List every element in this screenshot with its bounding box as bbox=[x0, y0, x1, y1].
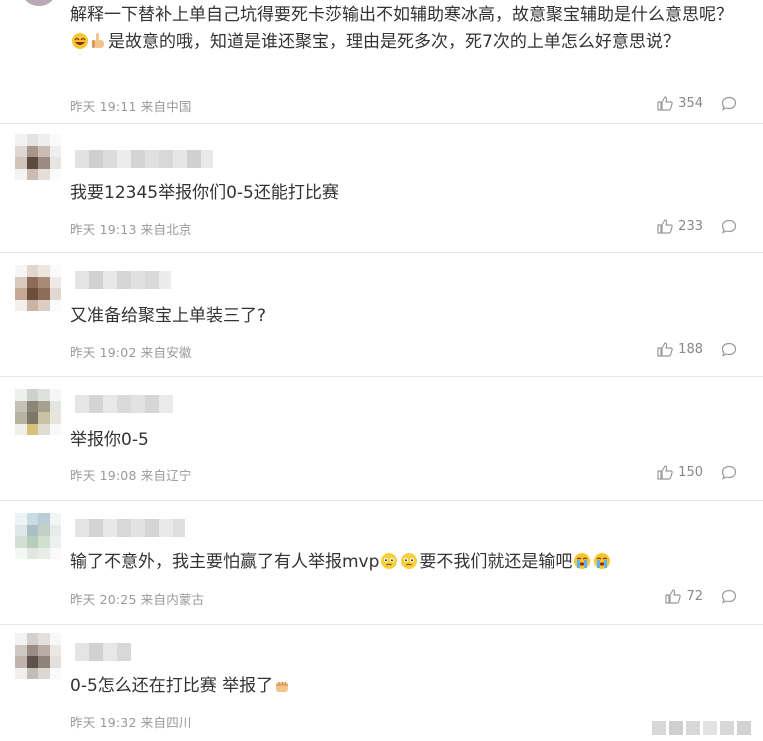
crying-emoji-icon bbox=[573, 552, 591, 579]
username-blurred[interactable] bbox=[75, 150, 213, 168]
comment-location: 来自四川 bbox=[140, 715, 192, 730]
comment-item: 又准备给聚宝上单装三了? 昨天 19:02 来自安徽 188 bbox=[0, 253, 763, 377]
thumbs-up-icon bbox=[657, 465, 673, 480]
comment-bubble-icon[interactable] bbox=[721, 219, 737, 234]
like-button[interactable]: 150 bbox=[657, 465, 703, 480]
comment-meta: 昨天 20:25 来自内蒙古 bbox=[70, 589, 204, 608]
comment-meta: 昨天 19:32 来自四川 bbox=[70, 712, 192, 731]
comment-text: 0-5怎么还在打比赛 举报了 bbox=[70, 673, 740, 703]
avatar[interactable] bbox=[15, 265, 61, 311]
like-button[interactable]: 233 bbox=[657, 219, 703, 234]
watermark-blurred bbox=[652, 721, 751, 735]
like-count: 72 bbox=[686, 589, 703, 604]
username-blurred[interactable] bbox=[75, 519, 185, 537]
pleading-emoji-icon bbox=[380, 552, 398, 579]
like-button[interactable]: 188 bbox=[657, 342, 703, 357]
comment-text: 举报你0-5 bbox=[70, 430, 149, 450]
thumbs-up-icon bbox=[665, 589, 682, 604]
comment-bubble-icon[interactable] bbox=[721, 465, 737, 480]
comment-item: 我要12345举报你们0-5还能打比赛 昨天 19:13 来自北京 233 bbox=[0, 124, 763, 253]
comment-time: 昨天 19:08 bbox=[70, 468, 137, 483]
comment-location: 来自安徽 bbox=[140, 345, 192, 360]
comment-bubble-icon[interactable] bbox=[721, 589, 737, 604]
avatar[interactable] bbox=[22, 0, 56, 6]
like-count: 233 bbox=[678, 219, 703, 234]
username-blurred[interactable] bbox=[75, 271, 171, 289]
comment-location: 来自内蒙古 bbox=[140, 592, 205, 607]
comment-item: 输了不意外，我主要怕赢了有人举报mvp 要不我们就还是输吧 昨天 20:25 来自… bbox=[0, 501, 763, 625]
comment-meta: 昨天 19:13 来自北京 bbox=[70, 219, 192, 238]
comment-location: 来自北京 bbox=[140, 222, 192, 237]
comment-meta: 昨天 19:02 来自安徽 bbox=[70, 342, 192, 361]
thumbs-up-icon bbox=[657, 219, 673, 234]
username-blurred[interactable] bbox=[75, 643, 131, 661]
comment-text: 解释一下替补上单自己坑得要死卡莎输出不如辅助寒冰高，故意聚宝辅助是什么意思呢？是… bbox=[70, 2, 740, 59]
comment-time: 昨天 19:02 bbox=[70, 345, 137, 360]
comment-location: 来自中国 bbox=[140, 99, 192, 114]
comment-time: 昨天 19:32 bbox=[70, 715, 137, 730]
comment-bubble-icon[interactable] bbox=[721, 96, 737, 111]
comment-item: 举报你0-5 昨天 19:08 来自辽宁 150 bbox=[0, 377, 763, 501]
like-count: 188 bbox=[678, 342, 703, 357]
comment-time: 昨天 19:13 bbox=[70, 222, 137, 237]
comment-list: 解释一下替补上单自己坑得要死卡莎输出不如辅助寒冰高，故意聚宝辅助是什么意思呢？是… bbox=[0, 0, 763, 741]
crying-emoji-icon bbox=[593, 552, 611, 579]
comment-item: 解释一下替补上单自己坑得要死卡莎输出不如辅助寒冰高，故意聚宝辅助是什么意思呢？是… bbox=[0, 0, 763, 124]
comment-bubble-icon[interactable] bbox=[721, 342, 737, 357]
like-count: 150 bbox=[678, 465, 703, 480]
fist-emoji-icon bbox=[274, 676, 290, 703]
like-button[interactable]: 72 bbox=[665, 589, 703, 604]
comment-location: 来自辽宁 bbox=[140, 468, 192, 483]
like-button[interactable]: 354 bbox=[657, 96, 703, 111]
comment-item: 0-5怎么还在打比赛 举报了 昨天 19:32 来自四川 bbox=[0, 625, 763, 741]
avatar[interactable] bbox=[15, 389, 61, 435]
comment-meta: 昨天 19:11 来自中国 bbox=[70, 96, 192, 115]
thumbs-up-icon bbox=[657, 342, 673, 357]
avatar[interactable] bbox=[15, 513, 61, 559]
thumbs-up-icon bbox=[657, 96, 673, 111]
avatar[interactable] bbox=[15, 134, 61, 180]
pleading-emoji-icon bbox=[400, 552, 418, 579]
like-count: 354 bbox=[678, 96, 703, 111]
laughing-emoji-icon bbox=[71, 32, 89, 59]
comment-time: 昨天 20:25 bbox=[70, 592, 137, 607]
comment-text: 我要12345举报你们0-5还能打比赛 bbox=[70, 183, 339, 203]
comment-time: 昨天 19:11 bbox=[70, 99, 137, 114]
thumbs-up-emoji-icon bbox=[91, 32, 107, 59]
comment-text: 输了不意外，我主要怕赢了有人举报mvp 要不我们就还是输吧 bbox=[70, 549, 740, 579]
username-blurred[interactable] bbox=[75, 395, 173, 413]
comment-text: 又准备给聚宝上单装三了? bbox=[70, 306, 267, 326]
comment-meta: 昨天 19:08 来自辽宁 bbox=[70, 465, 192, 484]
avatar[interactable] bbox=[15, 633, 61, 679]
